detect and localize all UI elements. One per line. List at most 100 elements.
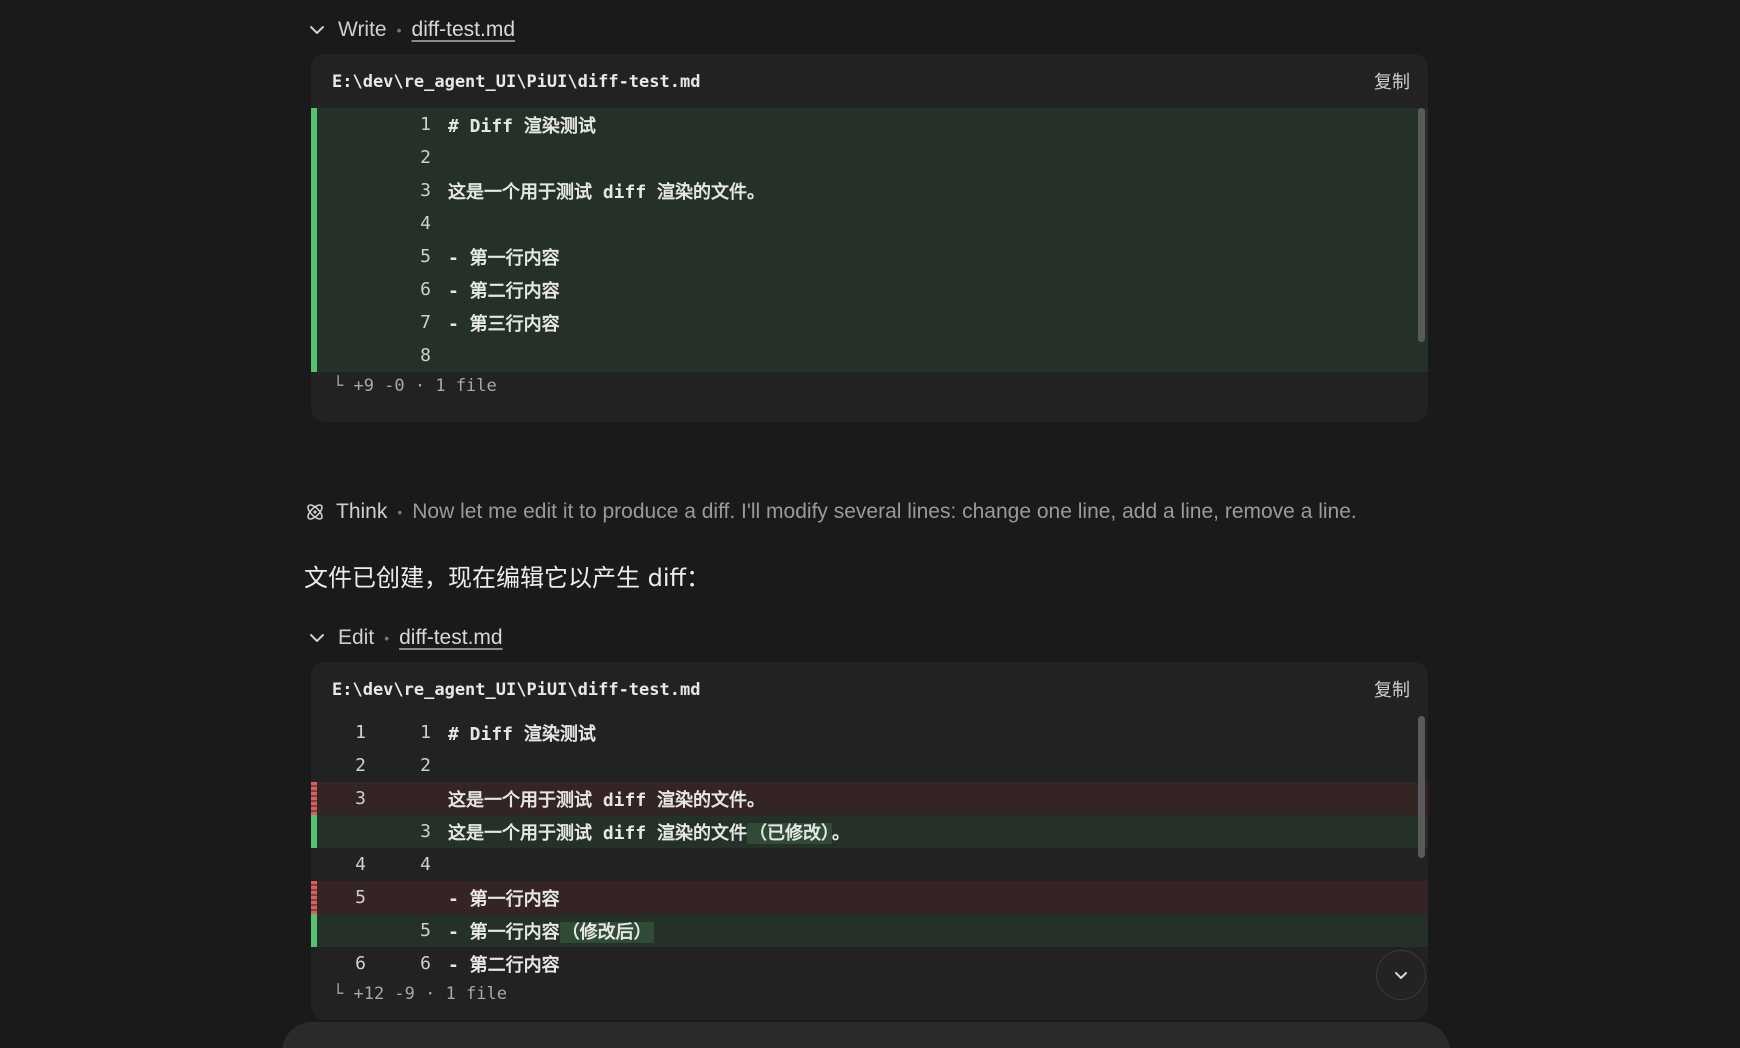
new-line-number: 5: [420, 920, 431, 941]
code-segment: 这是一个用于测试 diff 渲染的文件。: [448, 789, 766, 811]
diff-marker: [311, 881, 317, 914]
code-text: - 第二行内容: [448, 277, 560, 303]
scroll-to-bottom-button[interactable]: [1376, 950, 1426, 1000]
old-line-number: 6: [355, 953, 366, 974]
diff-summary: └ +9 -0 · 1 file: [333, 376, 497, 396]
code-segment: 这是一个用于测试 diff 渲染的文件: [448, 822, 748, 844]
copy-button[interactable]: 复制: [1374, 68, 1410, 94]
code-text: # Diff 渲染测试: [448, 112, 596, 138]
diff-marker: [311, 141, 317, 174]
old-line-number: 2: [355, 755, 366, 776]
diff-line-add: 3 这是一个用于测试 diff 渲染的文件。: [311, 174, 1428, 207]
edit-diff-card: E:\dev\re_agent_UI\PiUI\diff-test.md 复制 …: [311, 662, 1428, 1020]
think-label: Think: [336, 500, 388, 523]
atom-icon: [307, 504, 323, 520]
tool-label: Edit: [338, 626, 375, 649]
new-line-number: 2: [420, 755, 431, 776]
diff-line-add: 1 # Diff 渲染测试: [311, 108, 1428, 141]
write-tool-header: Write • diff-test.md: [306, 14, 515, 46]
old-line-number: 4: [355, 854, 366, 875]
separator-dot: •: [396, 22, 402, 38]
old-line-number: 3: [355, 788, 366, 809]
code-text: # Diff 渲染测试: [448, 720, 596, 746]
code-text: 这是一个用于测试 diff 渲染的文件。: [448, 786, 765, 812]
code-segment: 。: [832, 822, 851, 844]
assistant-message: 文件已创建，现在编辑它以产生 diff：: [304, 564, 711, 592]
card-header: E:\dev\re_agent_UI\PiUI\diff-test.md 复制: [311, 54, 1428, 108]
diff-marker: [311, 914, 317, 947]
diff-summary: └ +12 -9 · 1 file: [333, 984, 507, 1004]
diff-line-add: 5 - 第一行内容: [311, 240, 1428, 273]
code-text: - 第一行内容: [448, 244, 560, 270]
new-line-number: 2: [420, 147, 431, 168]
code-segment: - 第三行内容: [448, 313, 560, 335]
new-line-number: 4: [420, 213, 431, 234]
code-text: - 第三行内容: [448, 310, 560, 336]
file-path: E:\dev\re_agent_UI\PiUI\diff-test.md: [332, 72, 701, 92]
diff-marker: [311, 108, 317, 141]
code-segment: - 第二行内容: [448, 280, 560, 302]
diff-line-ctx: 44: [311, 848, 1428, 881]
edit-tool-header: Edit • diff-test.md: [306, 622, 503, 654]
code-text: - 第二行内容: [448, 951, 560, 977]
diff-marker: [311, 306, 317, 339]
new-line-number: 3: [420, 180, 431, 201]
diff-line-add: 3 这是一个用于测试 diff 渲染的文件 （已修改）。: [311, 815, 1428, 848]
diff-marker: [311, 273, 317, 306]
diff-line-del: 3 这是一个用于测试 diff 渲染的文件。: [311, 782, 1428, 815]
diff-marker: [311, 947, 317, 980]
scrollbar[interactable]: [1418, 716, 1425, 858]
collapse-write-toggle[interactable]: [306, 19, 328, 41]
chat-transcript: Write • diff-test.md E:\dev\re_agent_UI\…: [0, 0, 1740, 1048]
code-segment: - 第二行内容: [448, 954, 560, 976]
diff-line-add: 2: [311, 141, 1428, 174]
code-segment: # Diff 渲染测试: [448, 723, 596, 745]
diff-marker: [311, 815, 317, 848]
diff-lines: 1 # Diff 渲染测试 2 3 这是一个用于测试 diff 渲染的文件。 4 5 - 第一…: [311, 108, 1428, 372]
separator-dot: •: [384, 630, 390, 646]
diff-line-add: 4: [311, 207, 1428, 240]
file-link[interactable]: diff-test.md: [399, 626, 502, 650]
write-diff-card: E:\dev\re_agent_UI\PiUI\diff-test.md 复制 …: [311, 54, 1428, 422]
diff-line-ctx: 6 6 - 第二行内容: [311, 947, 1428, 980]
code-segment: # Diff 渲染测试: [448, 115, 596, 137]
diff-marker: [311, 848, 317, 881]
diff-marker: [311, 207, 317, 240]
diff-marker: [311, 749, 317, 782]
new-line-number: 7: [420, 312, 431, 333]
diff-line-del: 5 - 第一行内容: [311, 881, 1428, 914]
diff-line-add: 5 - 第一行内容 （修改后）: [311, 914, 1428, 947]
diff-lines: 1 1 # Diff 渲染测试 2 2 3 这是一个用于测试 diff 渲染的文件。 3 这是一…: [311, 716, 1428, 980]
diff-marker: [311, 240, 317, 273]
diff-line-add: 7 - 第三行内容: [311, 306, 1428, 339]
tool-label: Write: [338, 18, 387, 41]
think-row: Think • Now let me edit it to produce a …: [304, 496, 1357, 528]
scrollbar[interactable]: [1418, 108, 1425, 342]
card-header: E:\dev\re_agent_UI\PiUI\diff-test.md 复制: [311, 662, 1428, 716]
code-segment: - 第一行内容: [448, 247, 560, 269]
old-line-number: 1: [355, 722, 366, 743]
old-line-number: 5: [355, 887, 366, 908]
file-link[interactable]: diff-test.md: [412, 18, 515, 42]
chevron-down-icon: [1395, 972, 1407, 979]
copy-button[interactable]: 复制: [1374, 676, 1410, 702]
diff-line-ctx: 1 1 # Diff 渲染测试: [311, 716, 1428, 749]
new-line-number: 6: [420, 279, 431, 300]
separator-dot: •: [397, 504, 403, 520]
diff-marker: [311, 339, 317, 372]
diff-marker: [311, 174, 317, 207]
message-composer[interactable]: [282, 1022, 1450, 1048]
diff-marker: [311, 716, 317, 749]
code-text: 这是一个用于测试 diff 渲染的文件。: [448, 178, 765, 204]
code-segment: - 第一行内容: [448, 921, 560, 943]
collapse-edit-toggle[interactable]: [306, 627, 328, 649]
diff-line-add: 8: [311, 339, 1428, 372]
changed-segment: （已修改）: [747, 822, 833, 844]
new-line-number: 4: [420, 854, 431, 875]
new-line-number: 5: [420, 246, 431, 267]
code-segment: - 第一行内容: [448, 888, 560, 910]
diff-line-ctx: 22: [311, 749, 1428, 782]
diff-line-add: 6 - 第二行内容: [311, 273, 1428, 306]
new-line-number: 1: [420, 114, 431, 135]
diff-marker: [311, 782, 317, 815]
